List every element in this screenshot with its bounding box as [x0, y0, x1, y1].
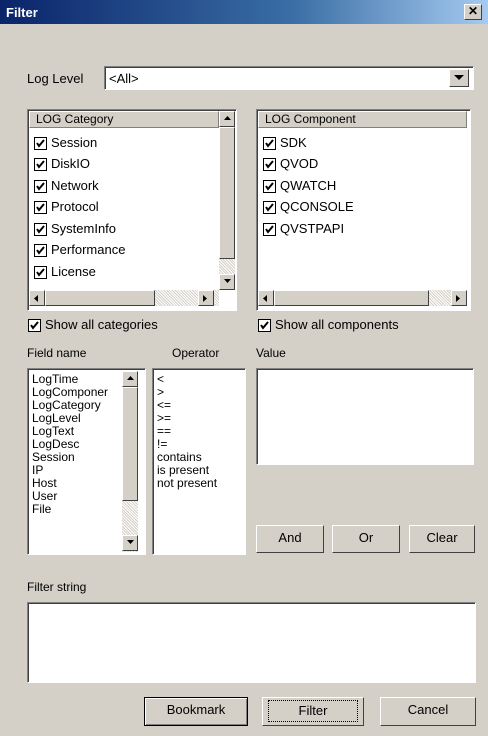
arrow-right-icon [456, 295, 460, 302]
checkbox-checked-icon[interactable] [34, 244, 47, 258]
log-level-select[interactable]: <All> [104, 66, 474, 90]
cancel-button[interactable]: Cancel [380, 697, 476, 726]
show-all-components-checkbox[interactable]: Show all components [258, 317, 399, 338]
component-list-header: LOG Component [258, 111, 467, 128]
arrow-up-icon [127, 376, 134, 380]
checkbox-checked-icon[interactable] [263, 201, 276, 215]
window-title: Filter [6, 5, 38, 20]
value-label: Value [256, 346, 286, 360]
clear-button[interactable]: Clear [409, 525, 475, 553]
field-name-label: Field name [27, 346, 87, 360]
checkbox-checked-icon[interactable] [263, 223, 276, 237]
bookmark-button[interactable]: Bookmark [144, 697, 248, 726]
checkbox-checked-icon[interactable] [263, 137, 276, 151]
operator-list[interactable]: < > <= >= == != contains is present not … [152, 368, 246, 555]
checkbox-checked-icon[interactable] [263, 180, 276, 194]
arrow-down-icon [127, 540, 134, 544]
checkbox-checked-icon[interactable] [34, 158, 47, 172]
field-name-list[interactable]: LogTime LogComponer LogCategory LogLevel… [27, 368, 146, 555]
arrow-right-icon [203, 295, 207, 302]
log-level-value: <All> [109, 71, 139, 86]
list-item[interactable]: not present [157, 477, 217, 490]
close-button[interactable]: ✕ [464, 4, 482, 20]
scroll-up-button[interactable] [219, 111, 235, 127]
operator-label: Operator [172, 346, 220, 360]
checkbox-checked-icon[interactable] [258, 319, 271, 333]
category-item-performance[interactable]: Performance [34, 242, 125, 263]
field-name-vscroll-thumb[interactable] [122, 387, 138, 501]
category-hscroll-thumb[interactable] [45, 290, 155, 306]
arrow-left-icon [263, 295, 267, 302]
checkbox-checked-icon[interactable] [34, 137, 47, 151]
chevron-down-icon [454, 75, 464, 80]
checkbox-checked-icon[interactable] [34, 223, 47, 237]
filter-string-label: Filter string [27, 580, 87, 594]
or-button[interactable]: Or [332, 525, 400, 553]
filter-string-input[interactable] [27, 602, 476, 683]
category-vscroll-thumb[interactable] [219, 127, 235, 259]
component-item-sdk[interactable]: SDK [263, 135, 307, 156]
checkbox-checked-icon[interactable] [28, 319, 41, 333]
component-item-qconsole[interactable]: QCONSOLE [263, 199, 354, 220]
component-hscroll-thumb[interactable] [274, 290, 429, 306]
arrow-down-icon [224, 279, 231, 283]
component-item-qwatch[interactable]: QWATCH [263, 178, 336, 199]
filter-button[interactable]: Filter [262, 697, 364, 726]
category-item-systeminfo[interactable]: SystemInfo [34, 221, 116, 242]
component-item-qvod[interactable]: QVOD [263, 156, 318, 177]
and-button[interactable]: And [256, 525, 324, 553]
scroll-down-button[interactable] [219, 274, 235, 290]
category-item-protocol[interactable]: Protocol [34, 199, 99, 220]
list-item[interactable]: Session [32, 451, 108, 464]
checkbox-checked-icon[interactable] [263, 158, 276, 172]
scroll-left-button[interactable] [258, 290, 274, 306]
category-item-network[interactable]: Network [34, 178, 99, 199]
show-all-categories-checkbox[interactable]: Show all categories [28, 317, 158, 338]
category-list-header: LOG Category [29, 111, 219, 128]
scroll-right-button[interactable] [451, 290, 467, 306]
checkbox-checked-icon[interactable] [34, 201, 47, 215]
field-name-items: LogTime LogComponer LogCategory LogLevel… [32, 373, 108, 516]
component-item-qvstpapi[interactable]: QVSTPAPI [263, 221, 344, 242]
component-list[interactable]: LOG Component SDK QVOD QWATCH QCONSOLE Q… [256, 109, 471, 311]
category-list[interactable]: LOG Category Session DiskIO Network Prot… [27, 109, 237, 311]
list-item[interactable]: < [157, 373, 217, 386]
arrow-left-icon [34, 295, 38, 302]
checkbox-checked-icon[interactable] [34, 266, 47, 280]
scroll-left-button[interactable] [29, 290, 45, 306]
operator-items: < > <= >= == != contains is present not … [157, 373, 217, 490]
scroll-up-button[interactable] [122, 371, 138, 387]
filter-button-label: Filter [268, 700, 358, 722]
log-level-label: Log Level [27, 71, 84, 86]
checkbox-checked-icon[interactable] [34, 180, 47, 194]
category-item-diskio[interactable]: DiskIO [34, 156, 90, 177]
arrow-up-icon [224, 116, 231, 120]
title-bar: Filter ✕ [0, 0, 488, 24]
value-input[interactable] [256, 368, 474, 465]
scroll-down-button[interactable] [122, 535, 138, 551]
category-item-license[interactable]: License [34, 264, 96, 285]
scroll-right-button[interactable] [198, 290, 214, 306]
log-level-dropdown-button[interactable] [449, 69, 469, 87]
category-item-session[interactable]: Session [34, 135, 97, 156]
list-item[interactable]: File [32, 503, 108, 516]
